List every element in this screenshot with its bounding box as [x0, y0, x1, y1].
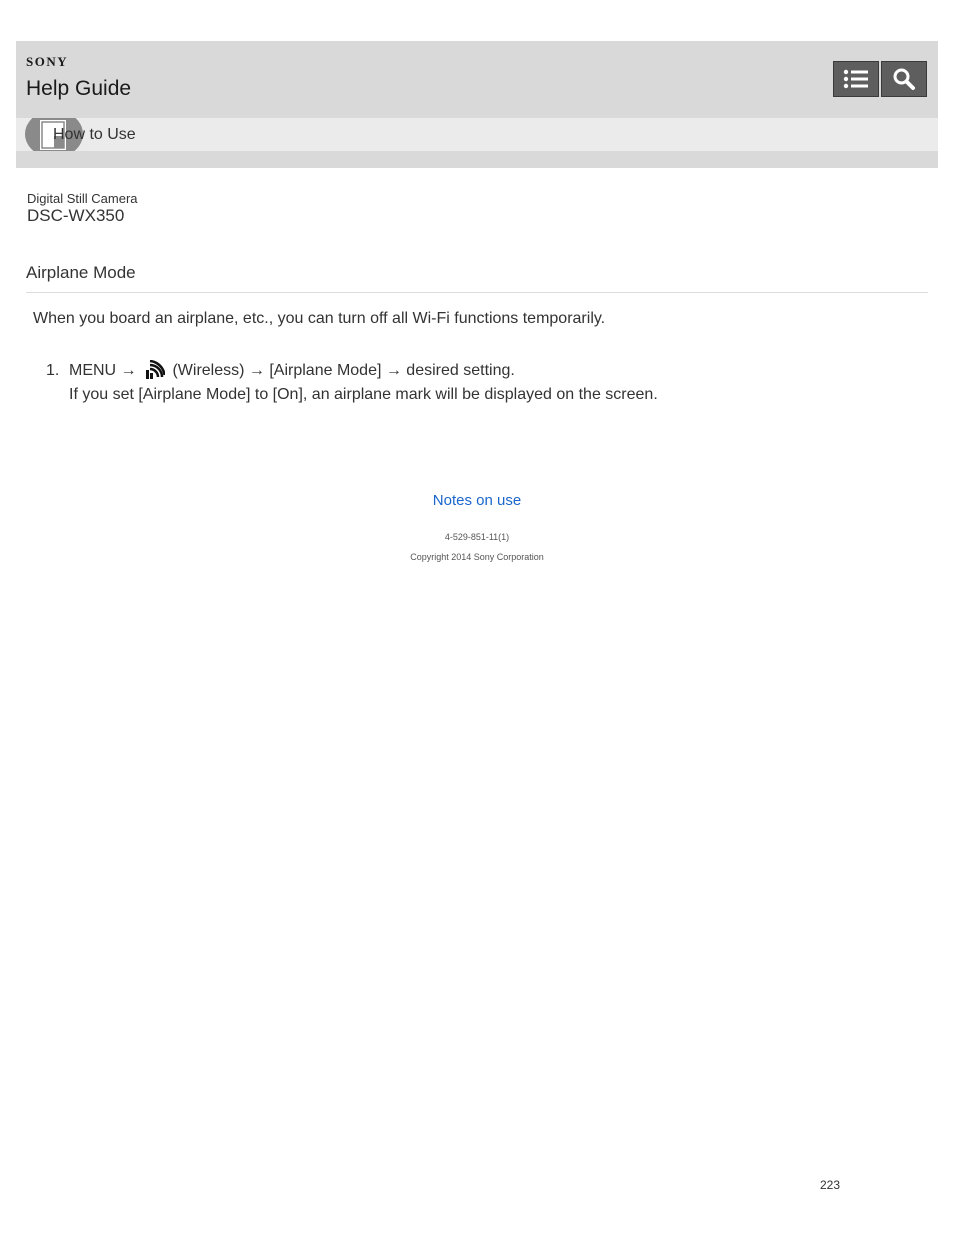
copyright-text: Copyright 2014 Sony Corporation [410, 552, 544, 562]
step-number: 1. [46, 362, 60, 379]
category-bar[interactable]: How to Use [16, 118, 938, 151]
header-bar: SONY Help Guide How to Use [16, 41, 938, 168]
intro-text: When you board an airplane, etc., you ca… [33, 310, 606, 327]
product-model: DSC-WX350 [27, 206, 125, 225]
heading-divider [26, 292, 928, 293]
document-code: 4-529-851-11(1) [444, 532, 510, 542]
step-body: MENU → (Wireless) → [Airplane Mode] → de… [69, 359, 658, 407]
step-prefix: MENU → [69, 362, 137, 379]
toc-button[interactable] [833, 61, 879, 97]
guide-title: Help Guide [26, 77, 132, 100]
page-number: 223 [820, 1178, 841, 1192]
search-button[interactable] [881, 61, 927, 97]
category-label: How to Use [53, 126, 136, 143]
notes-on-use-link[interactable]: Notes on use [0, 492, 954, 509]
list-icon [843, 69, 868, 89]
page-title: Airplane Mode [26, 263, 136, 282]
wireless-icon [146, 360, 166, 379]
step-note: If you set [Airplane Mode] to [On], an a… [69, 386, 658, 403]
product-type: Digital Still Camera [27, 191, 138, 206]
step-instruction: MENU → (Wireless) → [Airplane Mode] → de… [69, 359, 658, 383]
sony-logo: SONY [26, 54, 69, 69]
step-suffix: (Wireless) → [Airplane Mode] → desired s… [172, 362, 515, 379]
search-icon [893, 68, 915, 90]
